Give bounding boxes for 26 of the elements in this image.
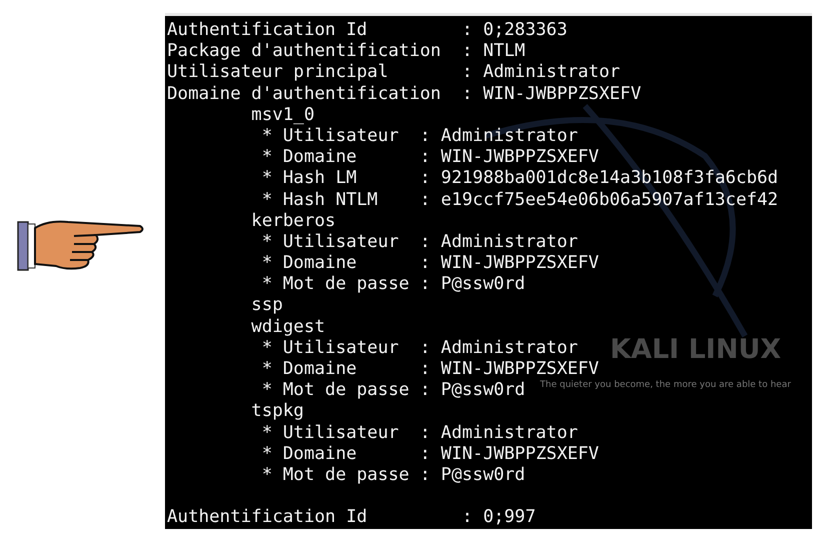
terminal-line: msv1_0 — [250, 104, 315, 125]
terminal-line: Domaine d'authentification : WIN-JWBPPZSXEFV — [167, 84, 642, 104]
terminal-line: Authentification Id : 0;997 — [167, 507, 536, 528]
terminal-line: Authentification Id : 0;283363 — [167, 20, 568, 40]
terminal-line: * Mot de passe : P@ssw0rd — [260, 380, 526, 400]
terminal-line: * Utilisateur : Administrator — [260, 126, 578, 146]
terminal-line: * Mot de passe : P@ssw0rd — [260, 274, 526, 294]
terminal-line: ssp — [250, 295, 283, 316]
terminal-line: Utilisateur principal : Administrator — [167, 62, 620, 82]
terminal-line: * Domaine : WIN-JWBPPZSXEFV — [260, 359, 599, 379]
terminal-line: * Domaine : WIN-JWBPPZSXEFV — [260, 444, 599, 464]
wallpaper-tagline: The quieter you become, the more you are able to hear — [540, 380, 791, 391]
terminal-line: * Domaine : WIN-JWBPPZSXEFV — [260, 147, 599, 168]
pointing-hand-icon — [16, 218, 146, 274]
terminal-line: wdigest — [250, 316, 326, 337]
terminal-line: * Domaine : WIN-JWBPPZSXEFV — [260, 253, 599, 274]
wallpaper-logo: KALI LINUX — [610, 334, 782, 366]
terminal-line: tspkg — [250, 401, 304, 422]
terminal-line: * Utilisateur : Administrator — [260, 232, 578, 252]
terminal-line: * Mot de passe : P@ssw0rd — [260, 464, 526, 485]
terminal-line: * Hash LM : 921988ba001dc8e14a3b108f3fa6cb6d — [260, 168, 778, 188]
terminal-line: Package d'authentification : NTLM — [167, 41, 526, 62]
terminal-line: * Hash NTLM : e19ccf75ee54e06b06a5907af13cef42 — [260, 190, 778, 210]
terminal-line: kerberos — [250, 210, 336, 231]
terminal-line: * Utilisateur : Administrator — [260, 422, 578, 443]
terminal-line: * Utilisateur : Administrator — [260, 338, 578, 358]
